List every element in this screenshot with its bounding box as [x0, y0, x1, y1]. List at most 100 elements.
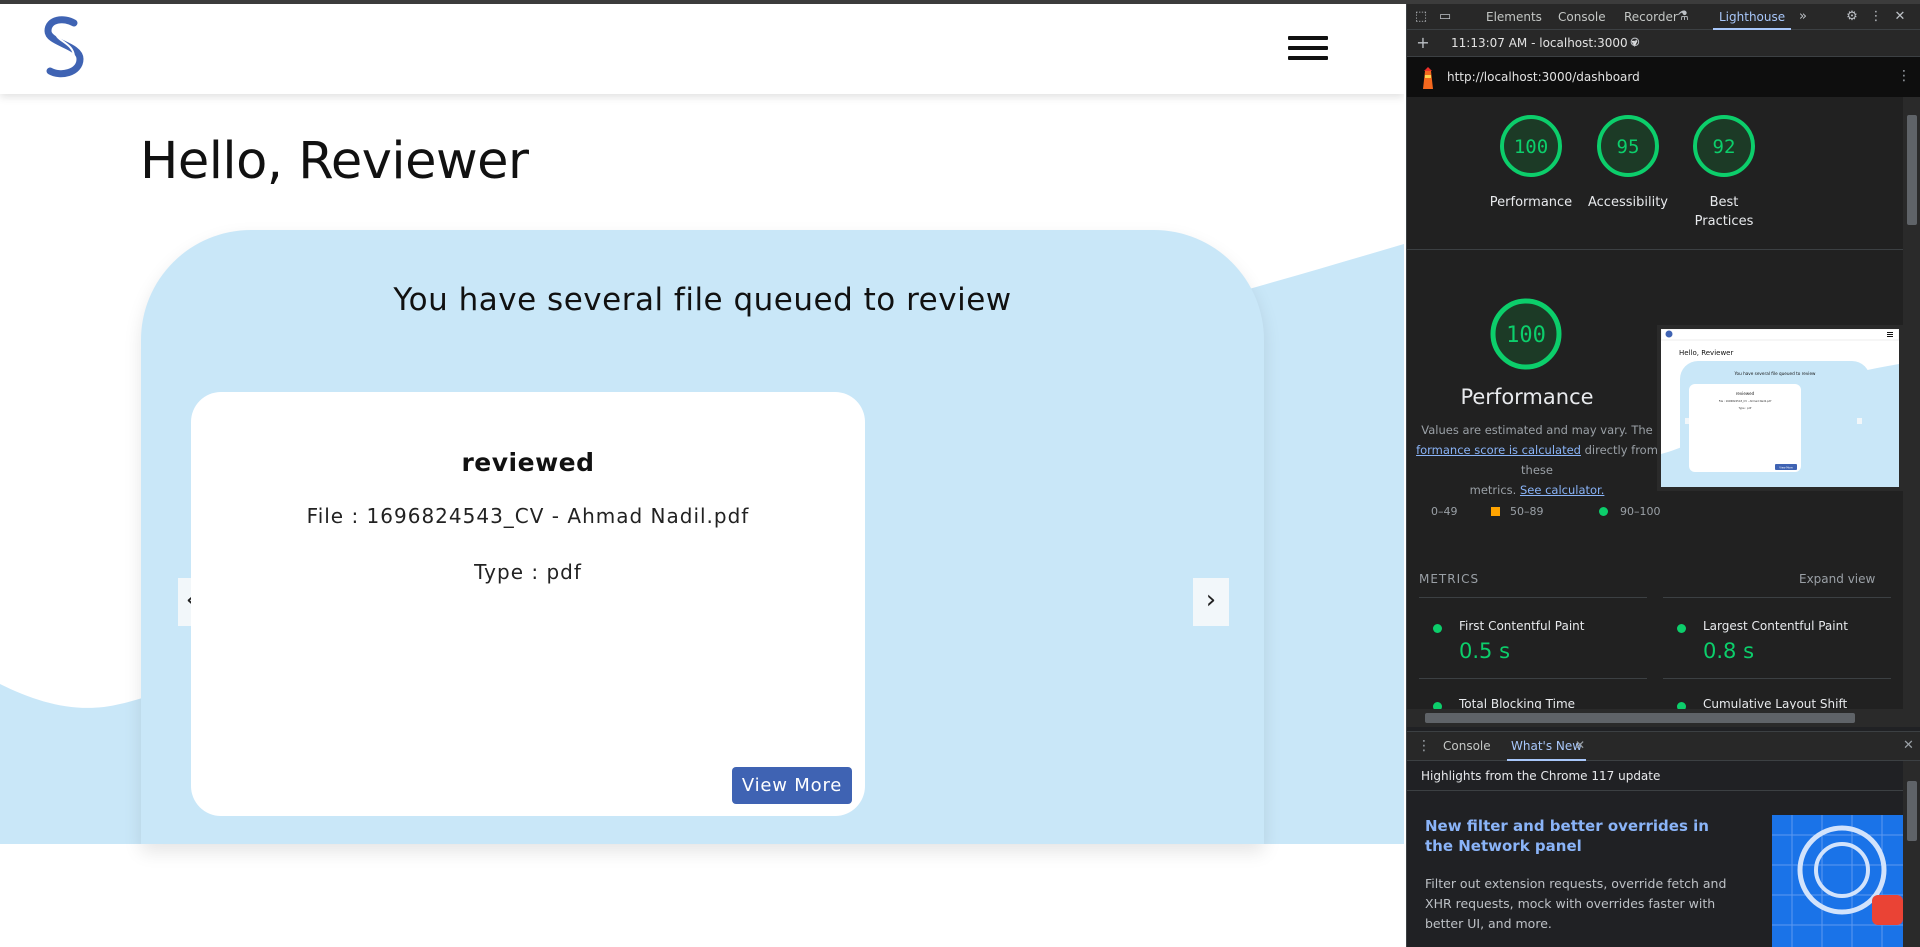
- svg-text:reviewed: reviewed: [1736, 391, 1755, 396]
- metric-name: Cumulative Layout Shift: [1703, 697, 1848, 709]
- news-title-link[interactable]: New filter and better overrides in the N…: [1425, 816, 1725, 856]
- pass-circle-icon: [1433, 702, 1442, 709]
- metric-divider: [1663, 678, 1891, 679]
- clear-reports-icon[interactable]: ⊘: [1627, 35, 1643, 51]
- app-viewport: Hello, Reviewer You have several file qu…: [0, 4, 1404, 947]
- scrollbar-thumb[interactable]: [1907, 115, 1917, 225]
- legend-fail: 0–49: [1415, 505, 1458, 518]
- hamburger-menu-icon[interactable]: [1288, 34, 1328, 64]
- settings-gear-icon[interactable]: ⚙: [1844, 9, 1860, 25]
- device-toolbar-icon[interactable]: ▭: [1437, 9, 1453, 25]
- more-options-icon[interactable]: ⋮: [1868, 9, 1884, 25]
- score-ring-icon: 92: [1693, 115, 1755, 177]
- inspect-element-icon[interactable]: ⬚: [1413, 9, 1429, 25]
- pass-circle-icon: [1677, 624, 1686, 633]
- score-performance[interactable]: 100 Performance: [1486, 113, 1576, 212]
- score-label: Performance: [1489, 195, 1573, 210]
- metric-divider: [1419, 597, 1647, 598]
- pass-circle-icon: [1433, 624, 1442, 633]
- lighthouse-toolbar: + 11:13:07 AM - localhost:3000 ▾ ⊘: [1407, 30, 1920, 57]
- highlights-text: Highlights from the Chrome 117 update: [1421, 769, 1661, 783]
- lighthouse-logo-icon: [1423, 67, 1433, 89]
- drawer-vertical-scrollbar[interactable]: [1903, 761, 1920, 947]
- performance-score: 100: [1506, 323, 1546, 348]
- performance-description: Values are estimated and may vary. The f…: [1407, 420, 1667, 500]
- more-tabs-icon[interactable]: »: [1795, 9, 1811, 25]
- report-vertical-scrollbar[interactable]: [1903, 97, 1920, 709]
- score-ring-icon: 100: [1500, 115, 1562, 177]
- svg-text:Type : pdf: Type : pdf: [1739, 406, 1752, 410]
- hamburger-line: [1288, 36, 1328, 40]
- metric-name: First Contentful Paint: [1459, 619, 1585, 633]
- news-graphic: [1772, 815, 1903, 947]
- legend-label: 0–49: [1431, 505, 1458, 518]
- close-drawer-icon[interactable]: ✕: [1903, 738, 1914, 753]
- close-devtools-icon[interactable]: ✕: [1892, 9, 1908, 25]
- pass-circle-icon: [1677, 702, 1686, 709]
- pass-circle-icon: [1599, 507, 1608, 516]
- devtools-panel: ⬚ ▭ Elements Console Recorder ⚗ Lighthou…: [1406, 4, 1920, 947]
- legend-average: 50–89: [1491, 505, 1544, 518]
- carousel-next-button[interactable]: ›: [1193, 578, 1229, 626]
- file-card: reviewed File : 1696824543_CV - Ahmad Na…: [191, 392, 865, 816]
- svg-text:File : 1696824543_CV - Ahmad N: File : 1696824543_CV - Ahmad Nadil.pdf: [1719, 399, 1772, 403]
- svg-text:View More: View More: [1779, 465, 1793, 469]
- card-file-name: File : 1696824543_CV - Ahmad Nadil.pdf: [306, 504, 750, 528]
- performance-title: Performance: [1460, 385, 1594, 409]
- news-body: Filter out extension requests, override …: [1425, 876, 1727, 931]
- thumbnail-preview: Hello, Reviewer You have several file qu…: [1661, 329, 1899, 487]
- metric-value: 0.8 s: [1703, 639, 1755, 663]
- hamburger-line: [1288, 56, 1328, 60]
- scrollbar-thumb[interactable]: [1907, 781, 1917, 841]
- drawer-tabbar: ⋮ Console What's New ✕ ✕: [1407, 731, 1920, 761]
- score-ring-icon: 95: [1597, 115, 1659, 177]
- card-status: reviewed: [461, 448, 595, 477]
- metric-divider: [1663, 597, 1891, 598]
- page-screenshot-thumbnail[interactable]: Hello, Reviewer You have several file qu…: [1657, 325, 1903, 491]
- score-label: Accessibility: [1588, 195, 1668, 210]
- hamburger-line: [1288, 46, 1328, 50]
- score-label: Best Practices: [1694, 195, 1754, 229]
- whats-new-header: Highlights from the Chrome 117 update: [1407, 761, 1903, 791]
- report-url-bar: http://localhost:3000/dashboard ⋮: [1407, 57, 1920, 97]
- panel-title: You have several file queued to review: [393, 282, 1012, 318]
- svg-text:You have several file queued t: You have several file queued to review: [1734, 371, 1817, 376]
- legend-pass: 90–100: [1599, 505, 1661, 518]
- card-file-type: Type : pdf: [474, 560, 582, 584]
- metrics-header: METRICS: [1419, 572, 1480, 586]
- view-more-button[interactable]: View More: [732, 767, 852, 804]
- tab-elements[interactable]: Elements: [1486, 4, 1542, 30]
- section-divider: [1407, 249, 1903, 250]
- navbar: [0, 4, 1404, 94]
- performance-gauge-icon: 100: [1490, 298, 1562, 370]
- logo-icon[interactable]: [40, 15, 88, 79]
- scrollbar-thumb[interactable]: [1425, 713, 1855, 723]
- drawer-tab-console[interactable]: Console: [1443, 732, 1491, 761]
- tab-recorder[interactable]: Recorder: [1624, 4, 1678, 30]
- score-best-practices[interactable]: 92 Best Practices: [1679, 113, 1769, 231]
- metric-name: Largest Contentful Paint: [1703, 619, 1848, 633]
- metric-name: Total Blocking Time: [1459, 697, 1576, 709]
- legend-label: 50–89: [1510, 505, 1544, 518]
- report-horizontal-scrollbar[interactable]: [1407, 709, 1920, 727]
- score-calculated-link[interactable]: formance score is calculated: [1416, 443, 1581, 457]
- see-calculator-link[interactable]: See calculator.: [1520, 483, 1604, 497]
- score-accessibility[interactable]: 95 Accessibility: [1583, 113, 1673, 212]
- tab-console[interactable]: Console: [1558, 4, 1606, 30]
- close-tab-icon[interactable]: ✕: [1575, 738, 1585, 752]
- score-value: 95: [1617, 136, 1640, 158]
- devtools-tabbar: ⬚ ▭ Elements Console Recorder ⚗ Lighthou…: [1407, 4, 1920, 30]
- review-queue-panel: You have several file queued to review ‹…: [141, 230, 1264, 844]
- report-url[interactable]: http://localhost:3000/dashboard: [1447, 70, 1640, 84]
- drawer-menu-icon[interactable]: ⋮: [1417, 738, 1431, 754]
- tab-lighthouse[interactable]: Lighthouse: [1713, 4, 1792, 30]
- expand-view-toggle[interactable]: Expand view: [1799, 572, 1875, 586]
- desc-text: metrics.: [1469, 483, 1517, 497]
- legend-label: 90–100: [1620, 505, 1661, 518]
- report-selector[interactable]: 11:13:07 AM - localhost:3000 ▾: [1451, 36, 1638, 50]
- metric-divider: [1419, 678, 1647, 679]
- score-value: 100: [1514, 136, 1548, 158]
- new-report-icon[interactable]: +: [1415, 35, 1431, 51]
- news-thumbnail-image[interactable]: [1772, 815, 1903, 947]
- report-menu-icon[interactable]: ⋮: [1897, 68, 1911, 84]
